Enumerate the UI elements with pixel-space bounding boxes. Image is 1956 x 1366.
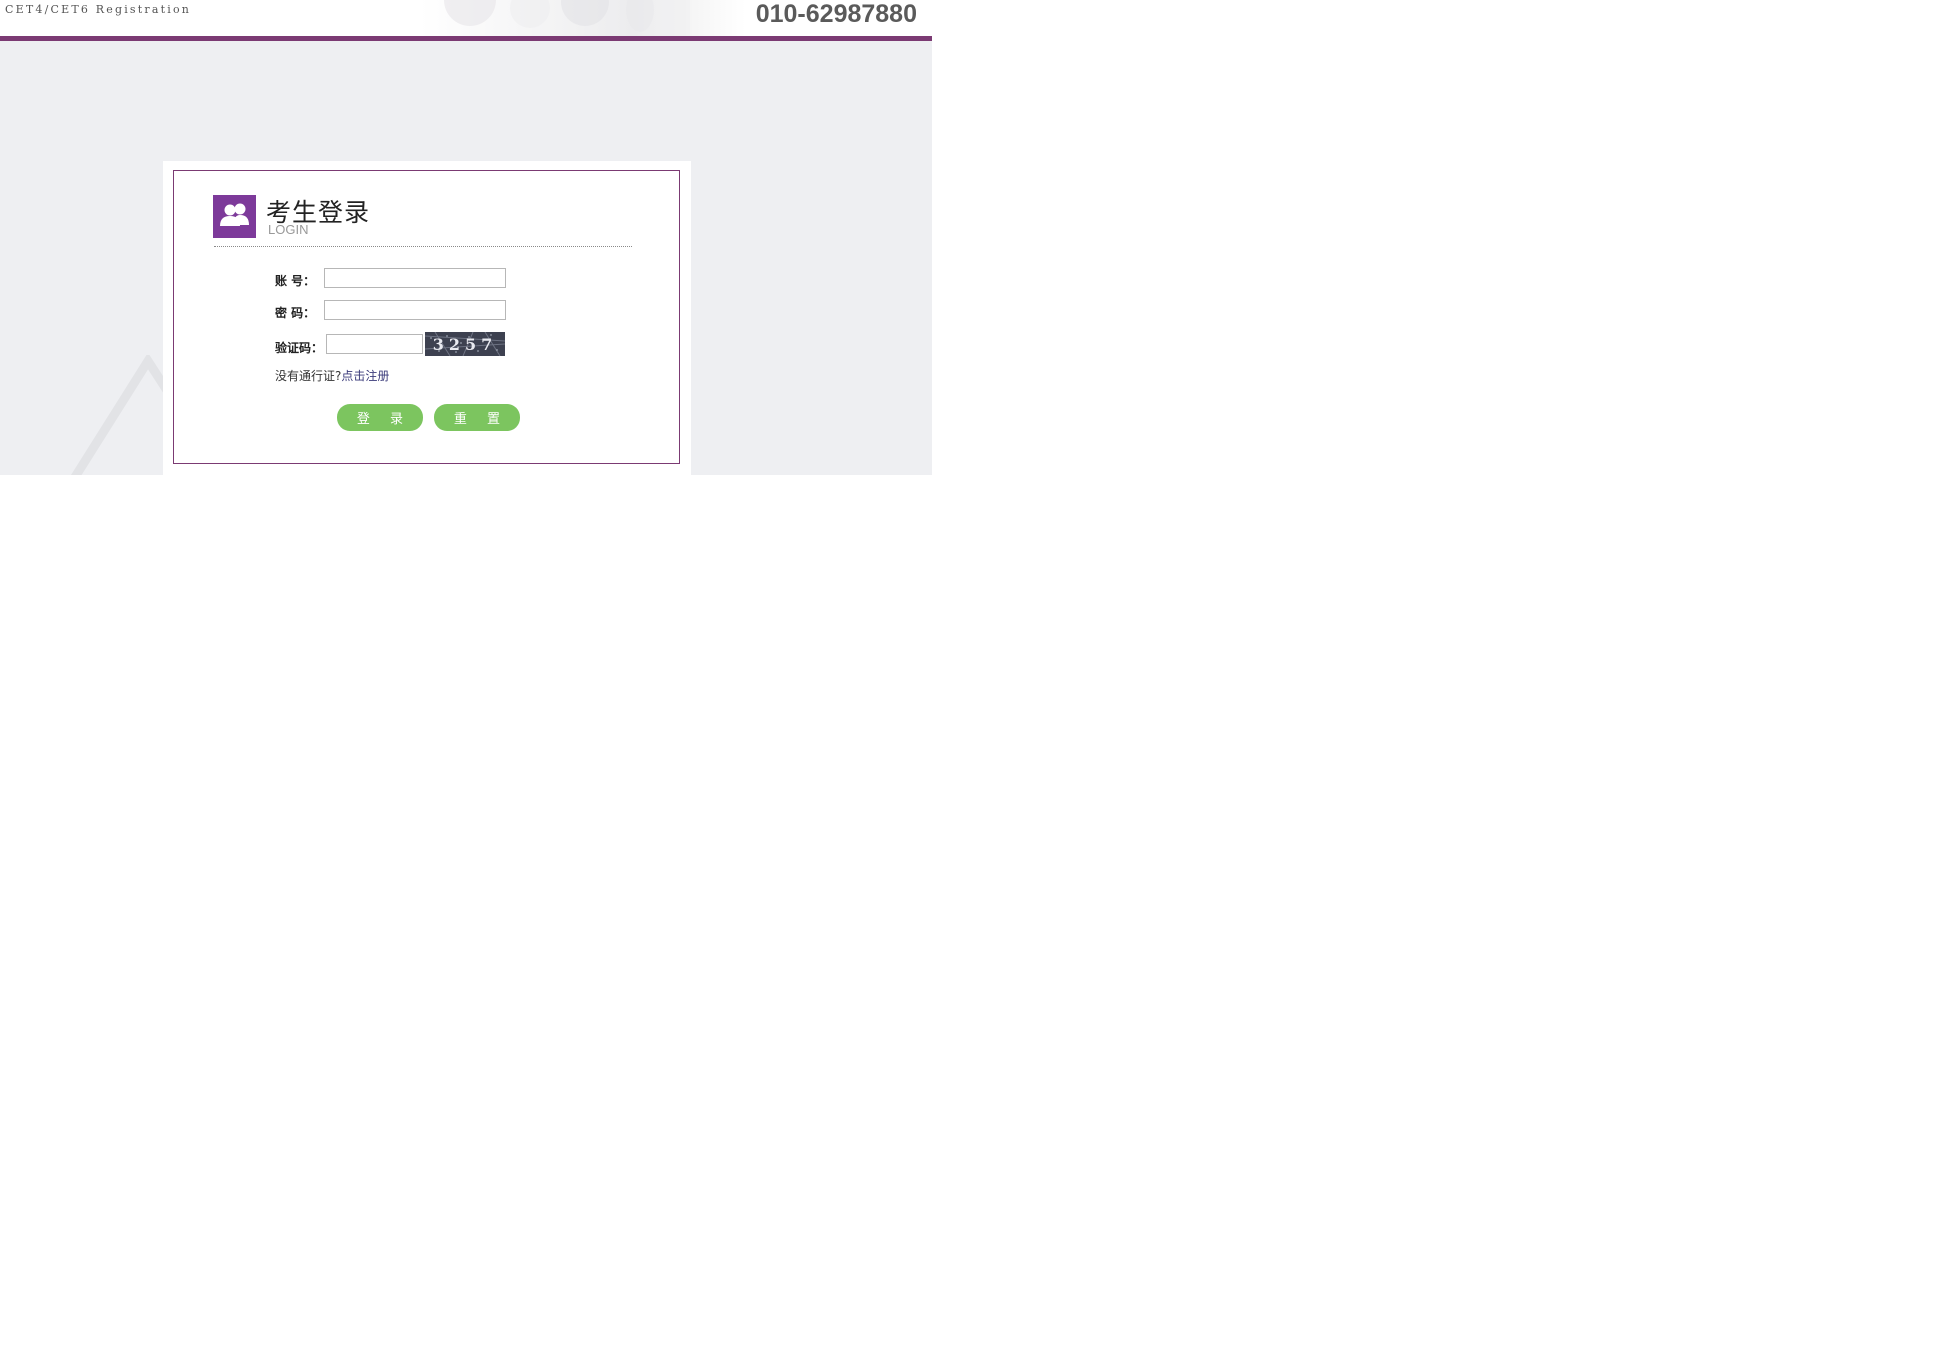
register-hint: 没有通行证?点击注册 — [275, 367, 389, 384]
hotline-number: 010-62987880 — [755, 0, 917, 28]
password-label: 密 码： — [275, 306, 316, 320]
captcha-input[interactable] — [326, 334, 423, 354]
captcha-image[interactable]: 3257 — [425, 332, 505, 356]
account-input[interactable] — [324, 268, 506, 288]
title-divider — [214, 246, 632, 247]
captcha-code: 3257 — [433, 335, 498, 354]
site-header: CET4/CET6 Registration 010-62987880 — [0, 0, 932, 36]
captcha-label: 验证码： — [275, 341, 324, 355]
header-decoration — [444, 0, 690, 36]
site-title: CET4/CET6 Registration — [5, 3, 192, 16]
reset-button[interactable]: 重 置 — [434, 404, 520, 431]
login-card: 考生登录 LOGIN 账 号： 密 码： 验证码： 3257 没有通行证?点击注… — [163, 161, 691, 475]
login-button[interactable]: 登 录 — [337, 404, 423, 431]
login-panel: 考生登录 LOGIN 账 号： 密 码： 验证码： 3257 没有通行证?点击注… — [173, 170, 680, 464]
page-frame: CET4/CET6 Registration 010-62987880 考生登录… — [0, 0, 932, 475]
account-label: 账 号： — [275, 274, 316, 288]
register-link[interactable]: 点击注册 — [341, 369, 389, 383]
users-icon — [213, 195, 256, 238]
register-prompt: 没有通行证? — [275, 369, 342, 383]
header-accent-bar — [0, 36, 932, 41]
login-subtitle: LOGIN — [268, 222, 309, 237]
password-input[interactable] — [324, 300, 506, 320]
